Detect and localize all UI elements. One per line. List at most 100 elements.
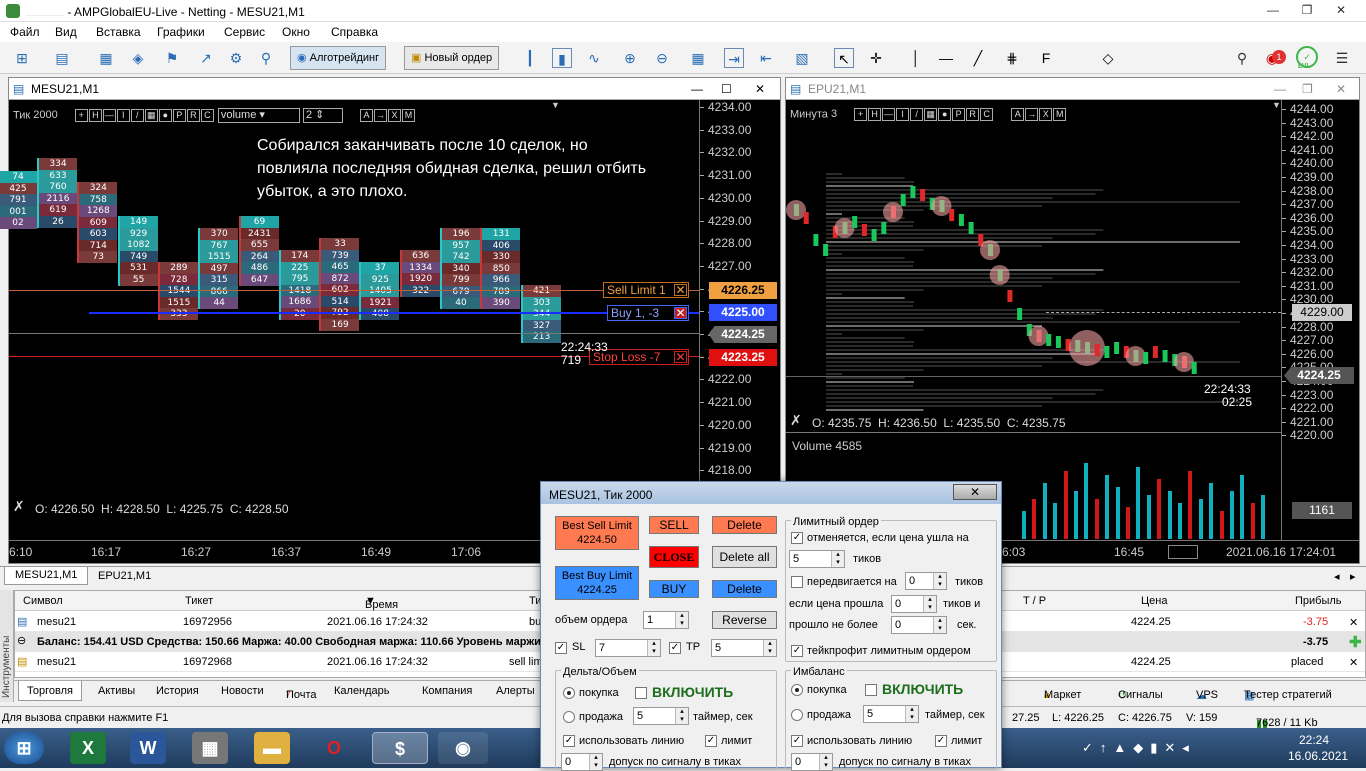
ctrl-h-icon[interactable]: H [88, 109, 102, 122]
profiles-icon[interactable]: ▤ [52, 48, 72, 68]
col-tp[interactable]: T / P [1023, 595, 1046, 607]
grid-icon[interactable]: ▦ [688, 48, 708, 68]
sl-checkbox[interactable]: ✓ [555, 642, 567, 654]
hline-icon[interactable]: — [936, 48, 956, 68]
tab-scroll-right-icon[interactable]: ▸ [1350, 570, 1356, 583]
chart2-maximize-icon[interactable]: ❐ [1302, 82, 1313, 96]
data-window-icon[interactable]: ⚑ [162, 48, 182, 68]
delta-enable-checkbox[interactable] [635, 687, 647, 699]
start-icon[interactable]: ⊞ [4, 732, 44, 764]
chart2-tools-icon[interactable]: ✗ [790, 412, 802, 429]
shapes-icon[interactable]: ◇ [1098, 48, 1118, 68]
settings-icon[interactable]: ⚲ [256, 48, 276, 68]
buy-button[interactable]: BUY [649, 580, 699, 598]
delta-limit-checkbox[interactable]: ✓ [705, 735, 717, 747]
tp-limit-checkbox[interactable]: ✓ [791, 645, 803, 657]
moves-checkbox[interactable] [791, 576, 803, 588]
cursor-icon[interactable]: ↖ [834, 48, 854, 68]
sell-limit-label[interactable]: Sell Limit 1 ✕ [603, 282, 689, 298]
col-ticket[interactable]: Тикет [185, 595, 213, 607]
signals-icon[interactable]: ↗ [196, 48, 216, 68]
ctrl-p-icon[interactable]: P [172, 109, 186, 122]
delta-buy-radio[interactable] [563, 687, 575, 699]
close-button[interactable]: CLOSE [649, 546, 699, 568]
passed-input[interactable]: 0 [891, 616, 947, 634]
opera-icon[interactable]: O [316, 732, 352, 764]
chart-minimize-icon[interactable]: — [691, 82, 703, 96]
moves-input[interactable]: 0 [905, 572, 947, 590]
sell-button[interactable]: SELL [649, 516, 699, 534]
zoom-out-icon[interactable]: ⊖ [652, 48, 672, 68]
menu-charts[interactable]: Графики [157, 25, 205, 39]
row-close-icon[interactable]: ✕ [1349, 656, 1358, 669]
fibo-icon[interactable]: F [1036, 48, 1056, 68]
ctrl-a-icon[interactable]: A [360, 109, 373, 122]
ctrl-plus-icon[interactable]: + [74, 109, 88, 122]
dialog-close-icon[interactable]: ✕ [953, 484, 997, 500]
menu-service[interactable]: Сервис [224, 25, 265, 39]
tab-assets[interactable]: Активы [98, 685, 135, 697]
menu-view[interactable]: Вид [55, 25, 77, 39]
best-buy-button[interactable]: Best Buy Limit 4224.25 [555, 566, 639, 600]
app-icon[interactable]: ◉ [438, 732, 488, 764]
ctrl-x-icon[interactable]: X [388, 109, 401, 122]
delete-sell-button[interactable]: Delete [712, 516, 777, 534]
buy-close-icon[interactable]: ✕ [674, 307, 687, 319]
chart2-scrollbox[interactable] [1168, 545, 1198, 559]
col-profit[interactable]: Прибыль [1295, 595, 1342, 607]
chart2-minimize-icon[interactable]: — [1274, 82, 1286, 96]
explorer-icon[interactable]: ▬ [254, 732, 290, 764]
word-icon[interactable]: W [130, 732, 166, 764]
vline-icon[interactable]: │ [906, 48, 926, 68]
chart2-close-icon[interactable]: ✕ [1336, 82, 1346, 96]
menu-file[interactable]: Файл [10, 25, 40, 39]
new-order-button[interactable]: ▣ Новый ордер [404, 46, 500, 70]
trendline-icon[interactable]: ╱ [968, 48, 988, 68]
menu-window[interactable]: Окно [282, 25, 310, 39]
market-watch-icon[interactable]: ▦ [96, 48, 116, 68]
line-chart-icon[interactable]: ∿ [584, 48, 604, 68]
tester-icon[interactable]: ⚙ [226, 48, 246, 68]
toolbar-menu-icon[interactable]: ☰ [1332, 48, 1352, 68]
shift-icon[interactable]: ⇤ [756, 48, 776, 68]
chart2-plot-area[interactable]: Минута 3 + H — I / ▦ ● P R C A → X M 22:24:33 02:25 … [786, 100, 1281, 432]
cancel-ticks-input[interactable]: 5 [789, 550, 845, 568]
tab-mail[interactable]: Почта 7 [286, 685, 317, 701]
chart-tab-epu[interactable]: EPU21,M1 [98, 570, 151, 582]
tp-checkbox[interactable]: ✓ [669, 642, 681, 654]
autoscroll-icon[interactable]: ⇥ [724, 48, 744, 68]
imb-tolerance-input[interactable]: 0 [791, 753, 833, 771]
chart-close-icon[interactable]: ✕ [755, 82, 765, 96]
templates-icon[interactable]: ▧ [792, 48, 812, 68]
menu-insert[interactable]: Вставка [96, 25, 141, 39]
metatrader-icon[interactable]: $ [372, 732, 428, 764]
search-icon[interactable]: ⚲ [1232, 48, 1252, 68]
chart-maximize-icon[interactable]: ☐ [721, 82, 732, 96]
ctrl-m-icon[interactable]: M [402, 109, 415, 122]
sl-input[interactable]: 7 [595, 639, 661, 657]
buy-label[interactable]: Buy 1, -3 ✕ [607, 305, 689, 321]
imb-use-line-checkbox[interactable]: ✓ [791, 735, 803, 747]
tp-input[interactable]: 5 [711, 639, 777, 657]
tab-scroll-left-icon[interactable]: ◂ [1334, 570, 1340, 583]
stop-loss-close-icon[interactable]: ✕ [674, 351, 687, 363]
ctrl-r-icon[interactable]: R [186, 109, 200, 122]
reverse-button[interactable]: Reverse [712, 611, 777, 629]
crosshair-icon[interactable]: ✛ [866, 48, 886, 68]
toolbox-side-tab[interactable]: Инструменты [0, 590, 14, 702]
tray-icons[interactable]: ✓↑▲◆▮✕◂ [1082, 740, 1196, 756]
volume-select[interactable]: volume ▾ [217, 108, 300, 123]
delta-use-line-checkbox[interactable]: ✓ [563, 735, 575, 747]
imb-buy-radio[interactable] [791, 684, 803, 696]
zoom-in-icon[interactable]: ⊕ [620, 48, 640, 68]
calculator-icon[interactable]: ▦ [192, 732, 228, 764]
ctrl-i-icon[interactable]: I [116, 109, 130, 122]
imb-limit-checkbox[interactable]: ✓ [935, 735, 947, 747]
minimize-icon[interactable]: — [1254, 0, 1292, 20]
new-chart-icon[interactable]: ⊞ [12, 48, 32, 68]
bar-chart-icon[interactable]: ┃ [520, 48, 540, 68]
tab-history[interactable]: История [156, 685, 199, 697]
chart-plot-area[interactable]: Тик 2000 + H — I / ▦ ● P R C volume ▾ 2 ⇕ A → X M Со… [0, 100, 699, 530]
delta-timer-input[interactable]: 5 [633, 707, 689, 725]
row-close-icon[interactable]: ✕ [1349, 616, 1358, 629]
